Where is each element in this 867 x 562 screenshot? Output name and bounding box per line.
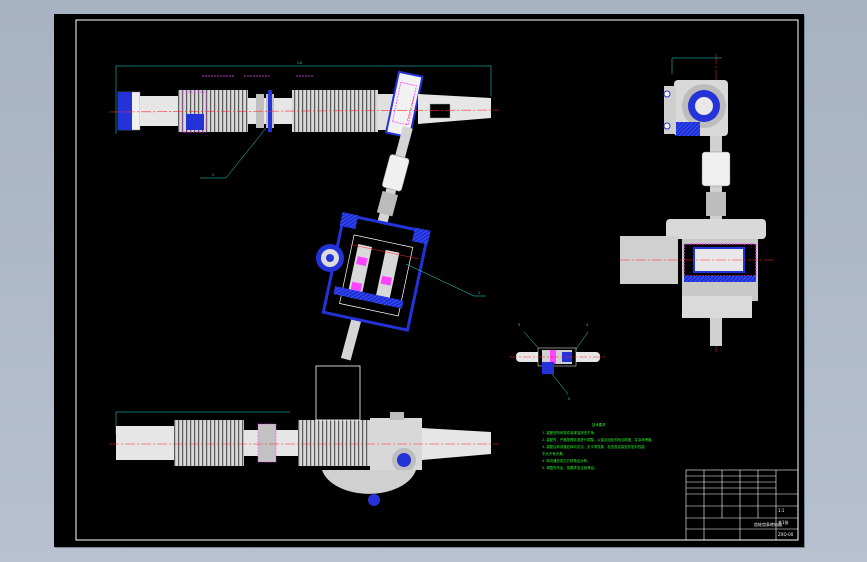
tech-note-6: 5. 调整完毕后，按要求加注润滑油。 xyxy=(542,465,597,470)
technical-requirements: 技术要求 1. 装配前所有零件用煤油清洗干净。 2. 装配时，严格按照标准进行调… xyxy=(542,422,655,470)
title-block-scale: 1:1 xyxy=(778,508,785,513)
leader-label-5: 5 xyxy=(568,397,570,401)
drawing-sheet: 1.0 1 2 3 4 5 技术要求 1. 装配前所有零件用煤油清洗干净。 2.… xyxy=(54,14,804,547)
leader-label-4: 4 xyxy=(586,323,588,327)
title-block-sheet: 共1张 xyxy=(778,519,789,525)
front-view-top: 1.0 1 xyxy=(108,61,500,179)
leader-label-2: 2 xyxy=(478,291,480,295)
side-view-right xyxy=(620,54,774,352)
detail-view: 3 4 5 xyxy=(509,323,606,401)
tech-note-5: 4. 转向器总成左右转角应对称。 xyxy=(542,458,590,463)
tech-note-4: 不允许有渗漏。 xyxy=(542,451,566,456)
leader-label-3: 3 xyxy=(518,323,520,327)
tech-note-3: 3. 装配后转向器应转动灵活，无卡滞现象，检查各连接处的密封性能， xyxy=(542,444,648,449)
tech-note-1: 1. 装配前所有零件用煤油清洗干净。 xyxy=(542,430,597,435)
leader-label-1: 1 xyxy=(212,173,214,177)
title-block-drawing-no: ZXQ-00 xyxy=(778,532,794,537)
top-view-bottom xyxy=(109,365,499,506)
cad-drawing: 1.0 1 2 3 4 5 技术要求 1. 装配前所有零件用煤油清洗干净。 2.… xyxy=(75,19,799,541)
steering-shaft-section: 2 xyxy=(316,95,486,361)
tech-note-2: 2. 装配时，严格按照标准进行调整，以保证齿轮的啮合精度，并涂润滑脂。 xyxy=(542,437,655,442)
tech-notes-title: 技术要求 xyxy=(592,422,606,427)
title-block xyxy=(685,469,799,541)
svg-text:1.0: 1.0 xyxy=(297,61,302,65)
